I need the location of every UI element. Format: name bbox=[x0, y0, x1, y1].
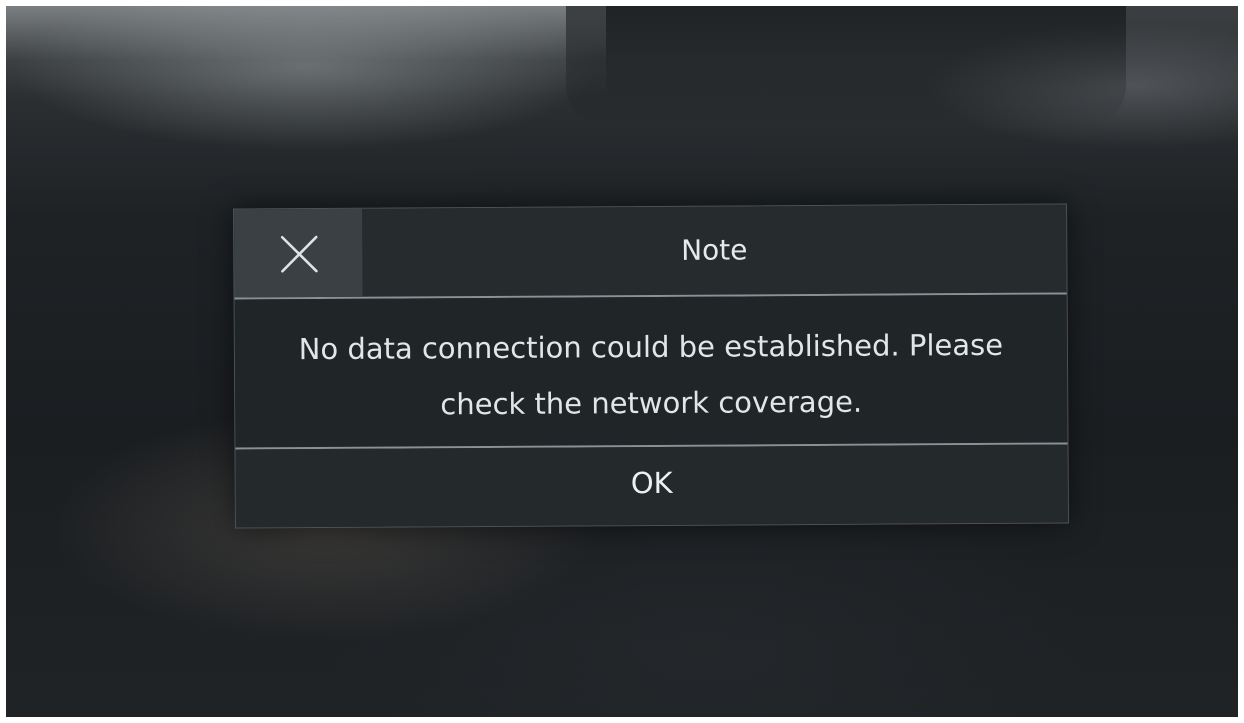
close-button[interactable] bbox=[234, 208, 363, 298]
dialog-message: No data connection could be established.… bbox=[298, 327, 1004, 422]
screen-reflection bbox=[566, 6, 1126, 126]
close-icon bbox=[280, 235, 318, 273]
dialog-title: Note bbox=[681, 233, 748, 267]
note-dialog: Note No data connection could be establi… bbox=[233, 203, 1069, 529]
car-display-photo: Note No data connection could be establi… bbox=[6, 6, 1238, 717]
dialog-body: No data connection could be established.… bbox=[234, 294, 1068, 450]
dialog-header: Note bbox=[234, 204, 1067, 300]
ok-button[interactable]: OK bbox=[235, 444, 1068, 528]
screen-glare bbox=[6, 6, 606, 96]
